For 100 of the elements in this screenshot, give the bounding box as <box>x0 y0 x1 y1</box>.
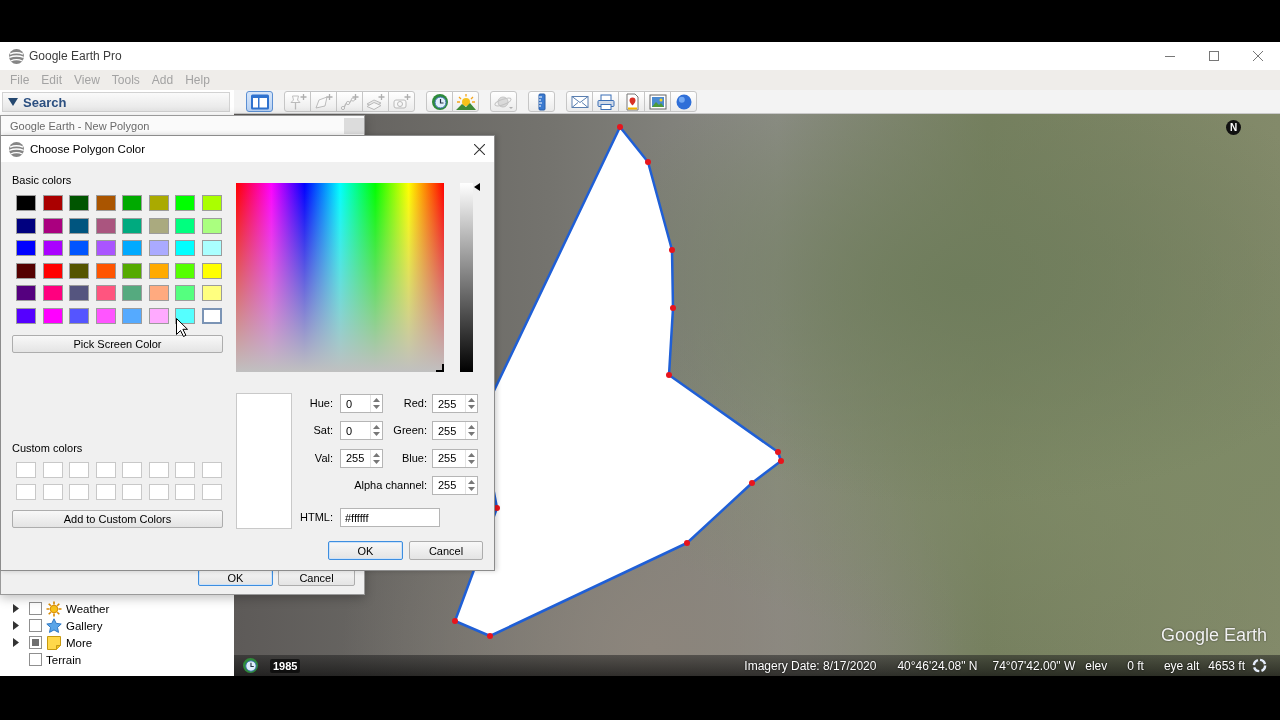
spin-up-icon[interactable] <box>468 452 475 457</box>
vertex-dot[interactable] <box>670 305 676 311</box>
color-swatch[interactable] <box>175 285 195 302</box>
color-swatch[interactable] <box>122 195 142 211</box>
custom-color-slot[interactable] <box>201 484 222 501</box>
search-panel-header[interactable]: Search <box>2 92 230 112</box>
slider-handle[interactable] <box>474 183 480 191</box>
color-swatch[interactable] <box>175 307 195 324</box>
custom-color-slot[interactable] <box>16 484 36 501</box>
ok-button[interactable]: OK <box>328 541 403 560</box>
vertex-dot[interactable] <box>666 372 672 378</box>
custom-color-slot[interactable] <box>69 484 89 501</box>
color-swatch[interactable] <box>95 285 116 302</box>
custom-color-slot[interactable] <box>122 484 142 501</box>
color-swatch[interactable] <box>16 217 36 234</box>
color-swatch[interactable] <box>16 262 36 279</box>
expand-arrow-icon[interactable] <box>13 621 19 630</box>
expand-arrow-icon[interactable] <box>13 638 19 647</box>
layer-label[interactable]: Weather <box>66 602 110 615</box>
custom-color-slot[interactable] <box>42 484 63 501</box>
spin-down-icon[interactable] <box>468 405 475 409</box>
vertex-dot[interactable] <box>684 540 690 546</box>
toolbar-button[interactable] <box>426 91 453 112</box>
color-swatch[interactable] <box>42 285 63 302</box>
vertex-dot[interactable] <box>775 449 781 455</box>
spin-field[interactable]: 255 <box>432 421 478 441</box>
expand-arrow-icon[interactable] <box>13 604 19 613</box>
color-swatch[interactable] <box>148 240 169 257</box>
toolbar-button[interactable] <box>246 91 273 112</box>
color-swatch[interactable] <box>69 195 89 211</box>
vertex-dot[interactable] <box>494 505 500 511</box>
toolbar-button[interactable] <box>618 91 645 112</box>
toolbar-button[interactable] <box>452 91 479 112</box>
spin-field[interactable]: 0 <box>340 394 383 413</box>
color-swatch[interactable] <box>148 195 169 211</box>
custom-color-slot[interactable] <box>95 484 116 501</box>
spin-field[interactable]: 255 <box>432 448 478 468</box>
color-spectrum[interactable] <box>236 183 444 372</box>
spin-down-icon[interactable] <box>468 459 475 464</box>
color-swatch[interactable] <box>122 240 142 257</box>
spin-down-icon[interactable] <box>373 432 380 437</box>
color-swatch[interactable] <box>42 262 63 279</box>
spin-down-icon[interactable] <box>468 486 475 491</box>
color-swatch[interactable] <box>201 217 222 234</box>
color-swatch[interactable] <box>201 240 222 257</box>
custom-color-slot[interactable] <box>175 484 195 501</box>
color-swatch[interactable] <box>69 262 89 279</box>
value-slider[interactable] <box>460 183 480 372</box>
vertex-dot[interactable] <box>452 618 458 624</box>
layer-label[interactable]: More <box>66 636 93 649</box>
color-swatch[interactable] <box>95 195 116 211</box>
custom-color-slot[interactable] <box>69 461 89 478</box>
color-swatch[interactable] <box>148 217 169 234</box>
color-swatch[interactable] <box>42 217 63 234</box>
spin-field[interactable]: 0 <box>340 421 383 441</box>
color-swatch[interactable] <box>95 217 116 234</box>
color-swatch[interactable] <box>69 217 89 234</box>
toolbar-button[interactable] <box>566 91 593 112</box>
vertex-dot[interactable] <box>617 124 623 130</box>
checkbox[interactable] <box>29 602 42 615</box>
color-swatch[interactable] <box>175 195 195 211</box>
spin-up-icon[interactable] <box>468 425 475 430</box>
color-swatch[interactable] <box>16 240 36 257</box>
clock-icon[interactable] <box>243 658 258 673</box>
color-swatch[interactable] <box>148 262 169 279</box>
spin-up-icon[interactable] <box>468 398 475 402</box>
custom-color-slot[interactable] <box>148 461 169 478</box>
color-swatch[interactable] <box>95 240 116 257</box>
custom-color-slot[interactable] <box>95 461 116 478</box>
checkbox[interactable] <box>29 619 42 632</box>
color-swatch[interactable] <box>16 195 36 211</box>
spin-up-icon[interactable] <box>373 398 380 402</box>
custom-color-slot[interactable] <box>201 461 222 478</box>
spin-down-icon[interactable] <box>373 459 380 464</box>
toolbar-button[interactable] <box>592 91 619 112</box>
spin-field[interactable]: 255 <box>432 394 478 413</box>
layer-label[interactable]: Terrain <box>46 653 82 666</box>
color-swatch[interactable] <box>122 307 142 324</box>
custom-color-slot[interactable] <box>42 461 63 478</box>
color-swatch[interactable] <box>122 285 142 302</box>
cancel-button[interactable]: Cancel <box>409 541 483 560</box>
color-swatch[interactable] <box>175 217 195 234</box>
vertex-dot[interactable] <box>487 633 493 639</box>
color-swatch[interactable] <box>42 307 63 324</box>
color-swatch[interactable] <box>148 307 169 324</box>
spin-up-icon[interactable] <box>468 479 475 484</box>
vertex-dot[interactable] <box>669 247 675 253</box>
color-swatch[interactable] <box>69 240 89 257</box>
spin-up-icon[interactable] <box>373 452 380 457</box>
color-swatch[interactable] <box>16 285 36 302</box>
color-swatch[interactable] <box>148 285 169 302</box>
year-label[interactable]: 1985 <box>270 658 301 673</box>
color-swatch[interactable] <box>201 195 222 211</box>
color-swatch[interactable] <box>175 262 195 279</box>
color-swatch[interactable] <box>122 262 142 279</box>
color-swatch[interactable] <box>42 195 63 211</box>
spin-up-icon[interactable] <box>373 425 380 430</box>
color-swatch[interactable] <box>42 240 63 257</box>
color-swatch[interactable] <box>95 307 116 324</box>
color-swatch[interactable] <box>16 307 36 324</box>
